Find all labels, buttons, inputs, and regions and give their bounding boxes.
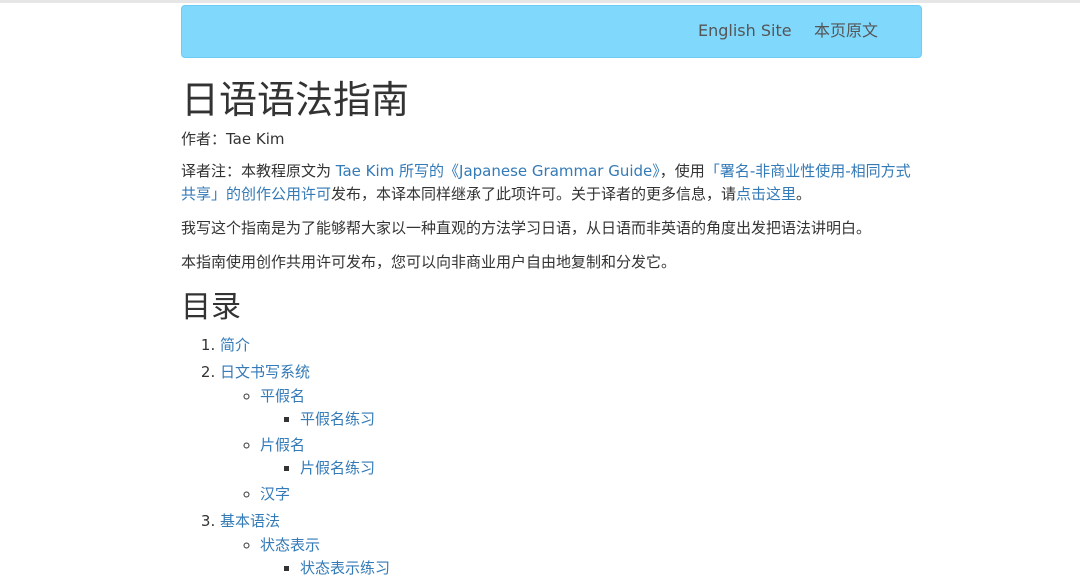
- toc-item-katakana: 片假名 片假名练习: [260, 434, 922, 479]
- guide-link[interactable]: Tae Kim 所写的《Japanese Grammar Guide》: [336, 162, 660, 180]
- translator-note-after-license: 发布，本译本同样继承了此项许可。关于译者的更多信息，请: [331, 185, 737, 203]
- toc-item-hiragana-practice: 平假名练习: [300, 408, 922, 430]
- author-line: 作者：Tae Kim: [181, 130, 285, 148]
- toc-link-kanji[interactable]: 汉字: [260, 485, 290, 503]
- translator-note: 译者注：本教程原文为 Tae Kim 所写的《Japanese Grammar …: [181, 160, 922, 206]
- toc-link-state-of-being-practice[interactable]: 状态表示练习: [300, 559, 390, 577]
- toc-link-intro[interactable]: 简介: [220, 336, 250, 354]
- original-page-link[interactable]: 本页原文: [814, 21, 878, 41]
- toc-item-state-of-being: 状态表示 状态表示练习: [260, 534, 922, 579]
- toc-item-basic-grammar: 基本语法 状态表示 状态表示练习: [220, 510, 922, 579]
- toc-link-writing-system[interactable]: 日文书写系统: [220, 363, 310, 381]
- toc-item-intro: 简介: [220, 334, 922, 356]
- translator-note-mid: ，使用: [659, 162, 705, 180]
- toc-item-writing-system: 日文书写系统 平假名 平假名练习 片假名 片假名练习: [220, 361, 922, 505]
- translator-note-end: 。: [796, 185, 812, 203]
- toc-item-hiragana: 平假名 平假名练习: [260, 385, 922, 430]
- toc-link-katakana-practice[interactable]: 片假名练习: [300, 459, 375, 477]
- browser-top-edge: [0, 0, 1080, 3]
- translator-note-prefix: 译者注：本教程原文为: [181, 162, 336, 180]
- english-site-link[interactable]: English Site: [698, 21, 792, 41]
- toc-item-katakana-practice: 片假名练习: [300, 457, 922, 479]
- intro-paragraph-1: 我写这个指南是为了能够帮大家以一种直观的方法学习日语，从日语而非英语的角度出发把…: [181, 219, 872, 237]
- toc-link-hiragana[interactable]: 平假名: [260, 387, 305, 405]
- navbar: English Site 本页原文: [181, 5, 922, 58]
- page-title: 日语语法指南: [181, 78, 410, 122]
- toc-item-state-of-being-practice: 状态表示练习: [300, 557, 922, 579]
- toc-heading: 目录: [181, 290, 241, 325]
- toc-sublist-state-of-being: 状态表示练习: [260, 557, 922, 579]
- click-here-link[interactable]: 点击这里: [736, 185, 796, 203]
- toc-link-basic-grammar[interactable]: 基本语法: [220, 512, 280, 530]
- toc-link-state-of-being[interactable]: 状态表示: [260, 536, 320, 554]
- intro-paragraph-2: 本指南使用创作共用许可发布，您可以向非商业用户自由地复制和分发它。: [181, 253, 677, 271]
- toc-sublist-katakana: 片假名练习: [260, 457, 922, 479]
- main-content: 日语语法指南 作者：Tae Kim 译者注：本教程原文为 Tae Kim 所写的…: [181, 76, 922, 584]
- toc-item-kanji: 汉字: [260, 483, 922, 505]
- toc-link-katakana[interactable]: 片假名: [260, 436, 305, 454]
- toc-link-hiragana-practice[interactable]: 平假名练习: [300, 410, 375, 428]
- toc-sublist-hiragana: 平假名练习: [260, 408, 922, 430]
- toc-sublist-writing-system: 平假名 平假名练习 片假名 片假名练习: [220, 385, 922, 505]
- toc-sublist-basic-grammar: 状态表示 状态表示练习: [220, 534, 922, 579]
- table-of-contents: 简介 日文书写系统 平假名 平假名练习 片假名 片假名练习: [181, 334, 922, 579]
